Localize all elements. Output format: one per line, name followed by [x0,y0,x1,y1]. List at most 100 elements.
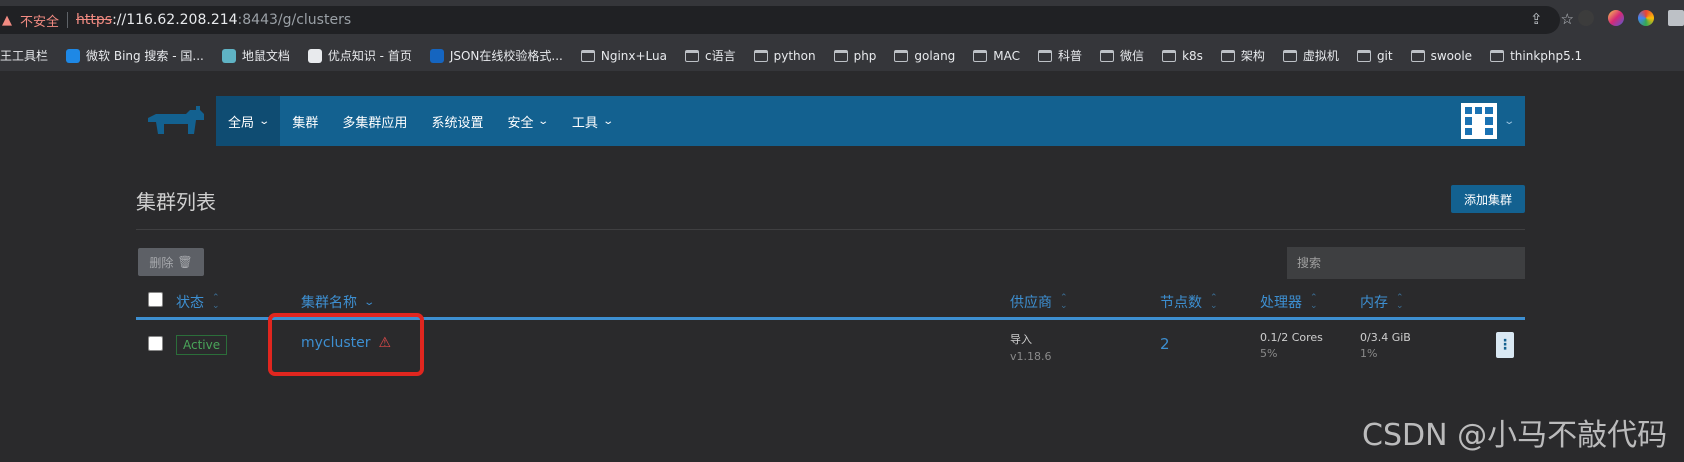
bookmark-item[interactable]: 虚拟机 [1282,47,1339,64]
url-scheme: https [76,12,113,28]
bookmark-label: 优点知识 - 首页 [327,49,412,63]
trash-icon: 🗑 [177,255,193,269]
bookmark-label: 架构 [1240,49,1265,63]
nav-item[interactable]: 安全 ⌄ [495,96,559,146]
bookmark-item[interactable]: Nginx+Lua [580,49,667,63]
instagram-extension-icon[interactable] [1608,10,1624,26]
main-nav: 全局 ⌄ 集群 多集群应用 系统设置 安全 ⌄ 工具 ⌄ [216,96,624,146]
folder-icon [1356,49,1371,62]
folder-icon [973,49,988,62]
bing-icon [66,48,81,63]
node-count-link[interactable]: 2 [1160,335,1170,353]
avatar[interactable] [1460,103,1497,139]
add-cluster-button[interactable]: 添加集群 [1451,185,1525,213]
provider-value: 导入 [1010,333,1032,346]
rancher-logo[interactable] [136,96,216,146]
memory-percent: 1% [1360,347,1378,360]
folder-icon [894,49,909,62]
app-header: 全局 ⌄ 集群 多集群应用 系统设置 安全 ⌄ 工具 ⌄ ⌄ [136,96,1525,146]
bookmark-item[interactable]: c语言 [684,47,736,64]
column-provider[interactable]: 供应商 ⌃ ⌄ [1010,292,1068,312]
nav-item-label: 全局 [228,115,255,131]
row-checkbox[interactable] [148,336,163,351]
memory-value: 0/3.4 GiB [1360,331,1411,344]
extension-icon[interactable] [1578,10,1594,26]
watermark: CSDN @小马不敲代码 [1362,418,1668,453]
column-memory[interactable]: 内存 ⌃ ⌄ [1360,292,1404,312]
bookmark-item[interactable]: 微软 Bing 搜索 - 国... [66,47,204,64]
bookmark-item[interactable]: 王工具栏 [0,47,48,64]
row-actions-menu-icon[interactable]: ⋮ [1496,332,1514,358]
folder-icon [1162,49,1177,62]
bookmark-label: 科普 [1058,49,1083,63]
column-name-label: 集群名称 [301,295,357,311]
annotation-highlight [268,313,424,376]
bookmark-item[interactable]: JSON在线校验格式... [429,47,563,64]
bookmark-label: 地鼠文档 [241,49,290,63]
user-menu[interactable]: ⌄ [1460,103,1515,139]
bookmark-label: swoole [1430,48,1473,63]
nav-item[interactable]: 多集群应用 [330,96,419,146]
bookmark-item[interactable]: 架构 [1220,47,1265,64]
nav-item[interactable]: 系统设置 [419,96,495,146]
version-value: v1.18.6 [1010,350,1052,363]
bookmark-item[interactable]: golang [894,49,955,63]
search-input[interactable] [1287,247,1525,279]
nav-item[interactable]: 工具 ⌄ [560,96,624,146]
provider-cell: 导入 v1.18.6 [1010,331,1052,363]
bookmark-label: MAC [993,48,1021,63]
cpu-percent: 5% [1260,347,1278,360]
delete-button[interactable]: 删除 🗑 [138,248,204,276]
nav-item[interactable]: 全局 ⌄ [216,96,281,146]
color-extension-icon[interactable] [1638,10,1654,26]
bookmark-label: 虚拟机 [1302,49,1339,63]
column-cpu[interactable]: 处理器 ⌃ ⌄ [1260,292,1318,312]
bookmark-item[interactable]: thinkphp5.1 [1490,49,1582,63]
chevron-down-icon: ⌄ [258,115,271,127]
chevron-down-icon: ⌄ [1502,115,1515,127]
star-icon[interactable]: ☆ [1561,10,1574,28]
cpu-value: 0.1/2 Cores [1260,331,1323,344]
url-text[interactable]: https://116.62.208.214:8443/g/clusters [76,12,351,28]
bookmark-item[interactable]: 科普 [1038,47,1082,64]
divider [67,12,69,28]
column-name[interactable]: 集群名称 ⌄ [301,292,375,312]
bookmark-item[interactable]: MAC [973,49,1020,63]
bookmark-item[interactable]: python [753,49,816,63]
puzzle-icon[interactable] [1668,10,1684,26]
rancher-logo-icon [148,106,204,134]
chevron-down-icon: ⌄ [602,115,614,127]
bookmark-item[interactable]: k8s [1162,49,1203,63]
bookmark-label: k8s [1182,48,1203,63]
share-icon[interactable]: ⇪ [1530,10,1543,28]
browser-address-bar: ▲ 不安全 https://116.62.208.214:8443/g/clus… [0,0,1684,40]
url-path: :8443/g/clusters [237,12,352,28]
column-nodes[interactable]: 节点数 ⌃ ⌄ [1160,292,1218,312]
bookmark-item[interactable]: 地鼠文档 [221,47,290,64]
bookmark-item[interactable]: 优点知识 - 首页 [307,47,412,64]
bookmark-item[interactable]: swoole [1410,48,1473,63]
bookmark-label: c语言 [704,49,736,63]
bookmark-label: php [853,48,877,63]
folder-icon [1282,49,1297,62]
bookmark-item[interactable]: git [1356,49,1393,63]
folder-icon [1220,49,1235,62]
address-actions: ⇪ ☆ [1530,10,1574,28]
bookmark-item[interactable]: 微信 [1100,47,1144,64]
column-nodes-label: 节点数 [1160,295,1202,311]
nav-item[interactable]: 集群 [280,96,330,146]
url-box[interactable]: ▲ 不安全 https://116.62.208.214:8443/g/clus… [0,6,1560,34]
bookmark-label: thinkphp5.1 [1510,48,1583,63]
bookmark-item[interactable]: php [833,48,877,63]
bookmark-label: 王工具栏 [0,49,49,63]
bookmarks-bar: 王工具栏 微软 Bing 搜索 - 国... 地鼠文档 优点知识 - 首页 JSON在线… [0,40,1684,72]
folder-icon [1490,49,1505,62]
insecure-label[interactable]: 不安全 [20,11,59,30]
column-state-label: 状态 [176,295,204,311]
nav-item-label: 多集群应用 [342,115,408,131]
select-all-checkbox[interactable] [148,292,163,307]
warning-icon[interactable]: ▲ [2,13,12,28]
divider [136,229,1525,230]
extensions [1578,10,1684,26]
column-state[interactable]: 状态 ⌃ ⌄ [176,292,220,312]
